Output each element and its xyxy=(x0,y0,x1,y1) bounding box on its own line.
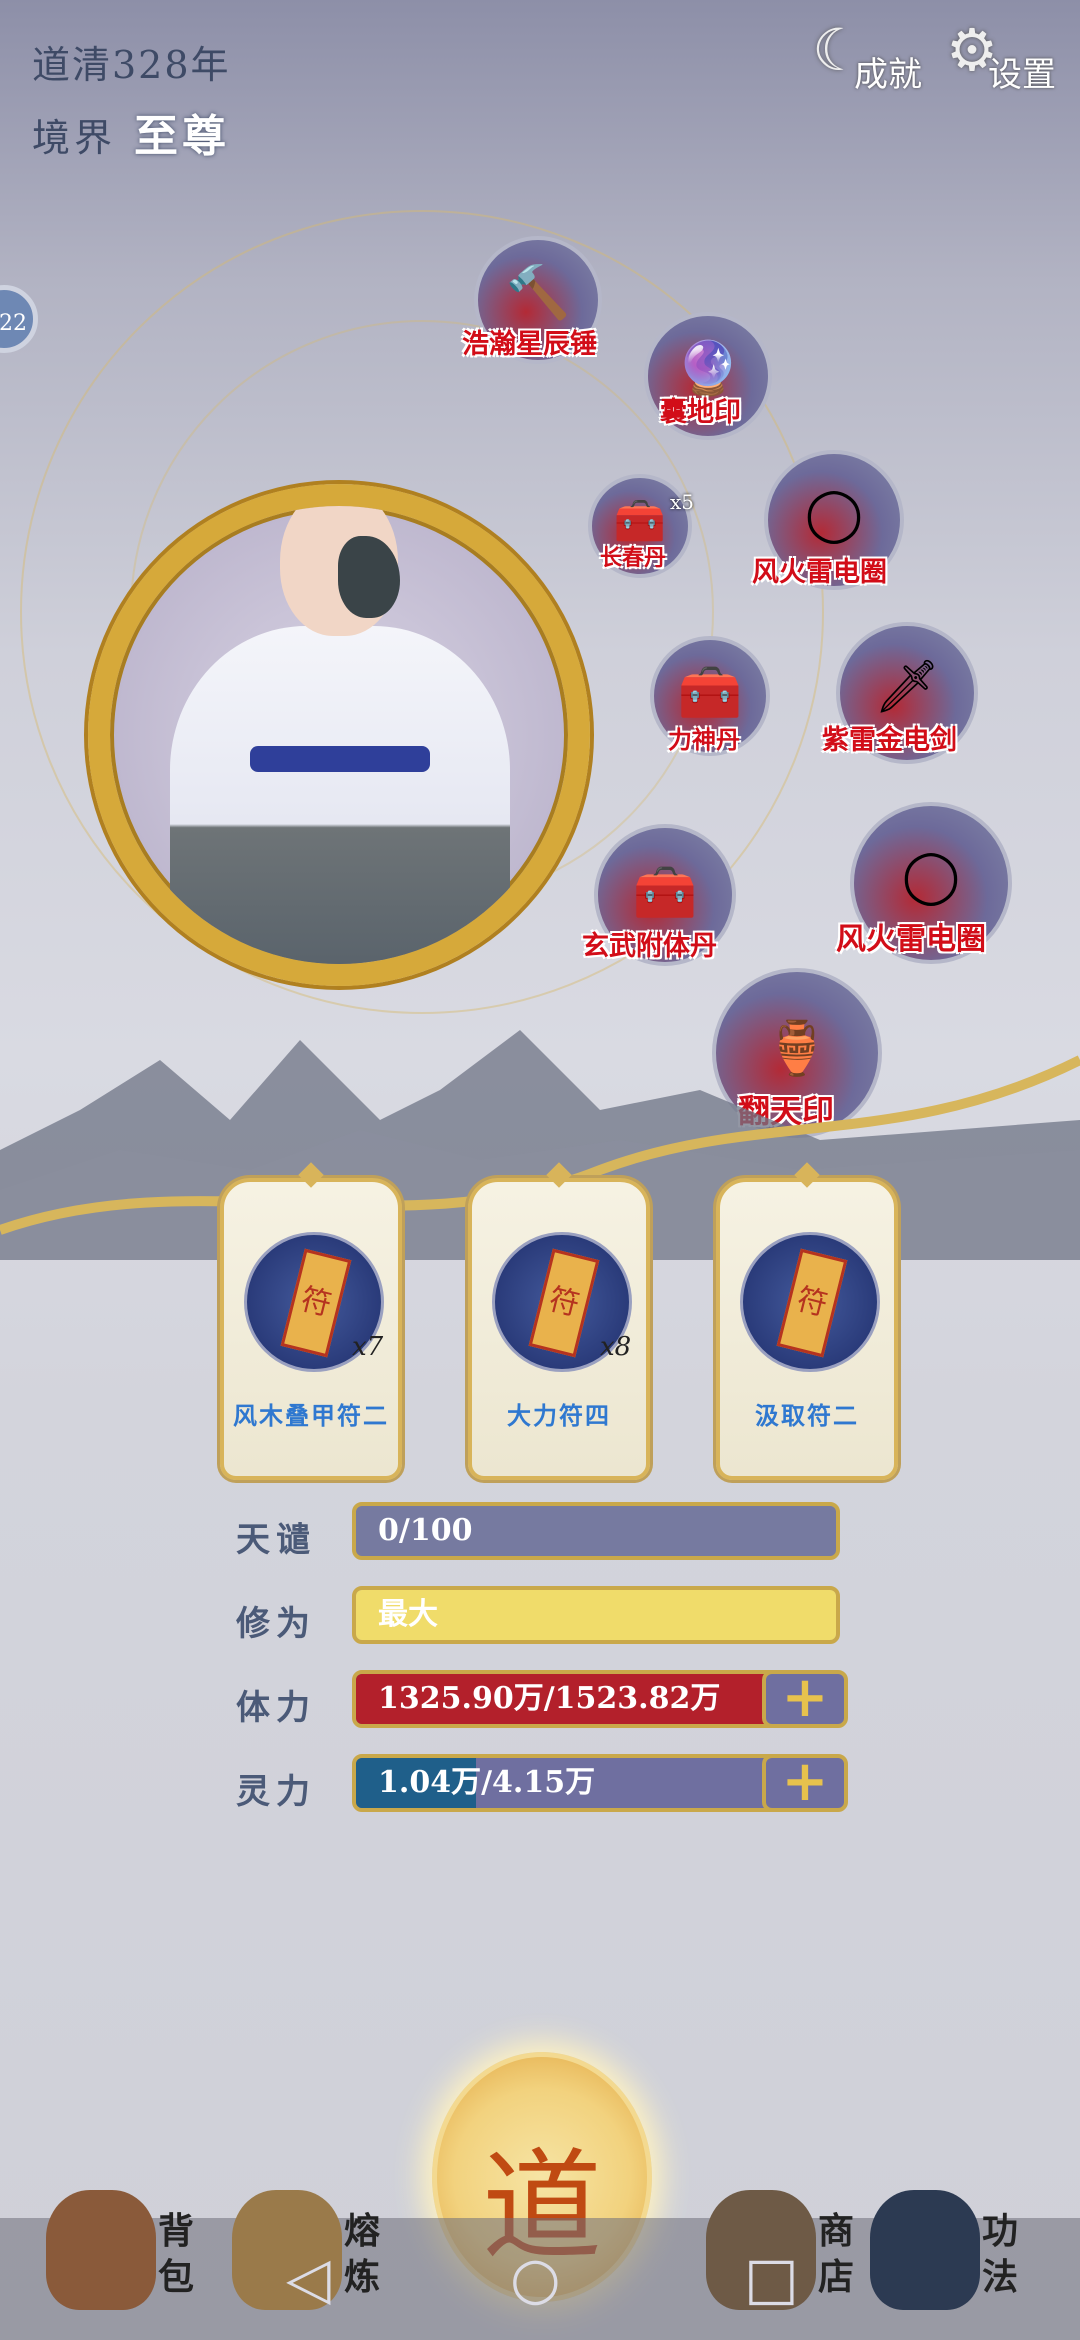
achievements-label: 成就 xyxy=(854,55,922,95)
ring-icon: ◯ xyxy=(804,484,864,544)
tab-label: 背包 xyxy=(158,2210,195,2298)
plus-icon: + xyxy=(781,1748,829,1814)
character-robe xyxy=(170,626,510,964)
tili-value: 1325.90万/1523.82万 xyxy=(378,1681,721,1716)
settings-label: 设置 xyxy=(988,55,1056,95)
side-badge[interactable]: 22 xyxy=(0,285,38,353)
character-portrait[interactable] xyxy=(88,484,590,986)
talisman-disc: 符 xyxy=(740,1232,880,1372)
xiuwei-bar: 最大 xyxy=(352,1586,840,1644)
talisman-name: 大力符四 xyxy=(507,1401,611,1430)
equip-label: 风火雷电圈 xyxy=(836,922,986,957)
sword-icon: 🗡 xyxy=(873,657,940,717)
settings-button[interactable]: ⚙ 设置 xyxy=(946,16,1056,96)
plus-icon: + xyxy=(781,1664,829,1730)
stat-label-xiuwei: 修为 xyxy=(236,1604,316,1644)
treasure-chest-icon: 🧰 xyxy=(632,863,698,923)
talisman-name: 汲取符二 xyxy=(755,1401,859,1430)
hammer-icon: 🔨 xyxy=(505,263,571,323)
home-nav-icon[interactable]: ○ xyxy=(510,2244,561,2312)
recents-nav-icon[interactable]: □ xyxy=(744,2244,799,2312)
achievements-button[interactable]: ☾ 成就 xyxy=(812,16,922,96)
item-count: x5 xyxy=(670,490,695,514)
tab-label: 熔炼 xyxy=(344,2210,381,2298)
equip-label: 紫雷金电剑 xyxy=(822,725,957,756)
stat-label-lingli: 灵力 xyxy=(236,1772,316,1812)
lingli-add-button[interactable]: + xyxy=(762,1753,848,1812)
talisman-name: 风木叠甲符二 xyxy=(233,1401,389,1430)
equip-label: 囊地印 xyxy=(660,397,741,428)
book-icon xyxy=(870,2190,980,2310)
tab-label: 功法 xyxy=(982,2210,1019,2298)
realm-label: 境界 xyxy=(32,116,117,160)
character-sash xyxy=(250,746,430,772)
realm-value: 至尊 xyxy=(134,111,231,162)
tili-add-button[interactable]: + xyxy=(762,1669,848,1728)
talisman-card[interactable]: 符 x7 风木叠甲符二 xyxy=(220,1162,402,1480)
equip-label: 力神丹 xyxy=(668,725,740,754)
tab-label: 商店 xyxy=(818,2210,855,2298)
stat-label-tili: 体力 xyxy=(236,1688,316,1728)
era-year: 道清328年 xyxy=(32,43,231,87)
equip-label: 玄武附体丹 xyxy=(582,931,717,962)
tianqian-value: 0/100 xyxy=(378,1513,473,1548)
talisman-icon: 符 xyxy=(528,1248,600,1358)
treasure-chest-icon: 🧰 xyxy=(677,663,743,723)
talisman-qty: x7 xyxy=(352,1332,384,1362)
xiuwei-value: 最大 xyxy=(378,1597,438,1632)
stat-label-tianqian: 天谴 xyxy=(236,1520,316,1560)
lingli-value: 1.04万/4.15万 xyxy=(378,1765,596,1800)
talisman-icon: 符 xyxy=(280,1248,352,1358)
back-nav-icon[interactable]: ◁ xyxy=(286,2244,331,2312)
equip-label: 风火雷电圈 xyxy=(752,557,887,588)
equip-label: 浩瀚星辰锤 xyxy=(462,329,597,360)
realm-row: 境界 至尊 xyxy=(32,100,230,164)
equip-label: 长春丹 xyxy=(600,545,667,571)
bag-icon xyxy=(46,2190,156,2310)
talisman-card[interactable]: 符 x8 大力符四 xyxy=(468,1162,650,1480)
ring-icon: ◯ xyxy=(901,846,961,906)
talisman-card[interactable]: 符 汲取符二 xyxy=(716,1162,898,1480)
tianqian-bar: 0/100 xyxy=(352,1502,840,1560)
talisman-qty: x8 xyxy=(600,1332,632,1362)
talisman-icon: 符 xyxy=(776,1248,848,1358)
